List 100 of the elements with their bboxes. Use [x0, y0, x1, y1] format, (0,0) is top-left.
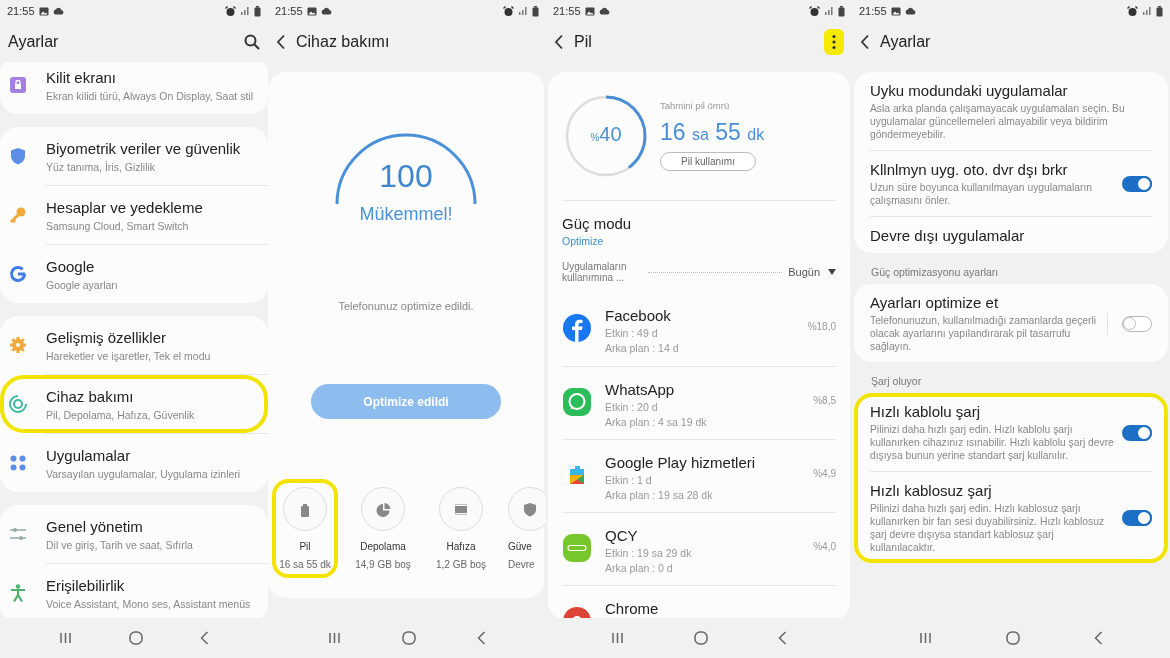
setting-title[interactable]: Kllnlmyn uyg. oto. dvr dşı brkr [870, 161, 1114, 178]
alarm-icon [503, 5, 514, 17]
settings-item[interactable]: Kilit ekranı Ekran kilidi türü, Always On Display, Saat stil [0, 62, 268, 114]
estimate-label: Tahmini pil ömrü [660, 100, 731, 111]
app-row[interactable]: WhatsApp Etkin : 20 d Arka plan : 4 sa 19 dk %8,5 [562, 366, 836, 439]
settings-item[interactable]: Hesaplar ve yedekleme Samsung Cloud, Smart Switch [0, 186, 268, 244]
more-options-button[interactable] [824, 29, 844, 55]
score-rating: Mükemmel! [359, 204, 453, 225]
status-message: Telefonunuz optimize edildi. [338, 300, 474, 312]
app-row[interactable]: Facebook Etkin : 49 d Arka plan : 14 d %18,0 [562, 293, 836, 366]
pie-chart-icon [375, 500, 391, 518]
apps-icon [8, 453, 28, 473]
setting-title[interactable]: Devre dışı uygulamalar [870, 227, 1152, 244]
battery-icon [1156, 5, 1163, 17]
app-row[interactable]: Google Play hizmetleri Etkin : 1 d Arka plan : 19 sa 28 dk %4,9 [562, 439, 836, 512]
settings-item[interactable]: Cihaz bakımı Pil, Depolama, Hafıza, Güvenlik [0, 375, 268, 433]
app-icon [562, 313, 592, 343]
setting-description: Uzun süre boyunca kullanılmayan uygulamaların çalışmasını önler. [870, 181, 1094, 207]
app-icon [562, 533, 592, 563]
toggle-switch[interactable] [1122, 315, 1152, 332]
status-time: 21:55 [275, 5, 303, 17]
back-nav-icon[interactable] [778, 631, 787, 645]
care-tile[interactable]: Pil 16 sa 55 dk [272, 479, 338, 578]
signal-icon [518, 6, 528, 16]
cloud-icon [320, 7, 332, 15]
cloud-icon [904, 7, 916, 15]
section-label: Güç optimizasyonu ayarları [870, 265, 1000, 280]
signal-icon [240, 6, 250, 16]
shield-icon [522, 500, 538, 518]
screen-title: Cihaz bakımı [296, 33, 390, 51]
google-icon [8, 264, 28, 284]
back-icon[interactable] [276, 34, 286, 50]
cloud-icon [52, 7, 64, 15]
signal-icon [824, 6, 834, 16]
setting-title[interactable]: Ayarları optimize et [870, 294, 1099, 311]
settings-item[interactable]: Uygulamalar Varsayılan uygulamalar, Uygulama izinleri [0, 434, 268, 492]
usage-label: Uygulamaların kullanımına ... [562, 261, 628, 283]
image-icon [890, 6, 901, 16]
alarm-icon [809, 5, 820, 17]
toggle-switch[interactable] [1122, 510, 1152, 526]
settings-item[interactable]: Biyometrik veriler ve güvenlik Yüz tanıma, İris, Gizlilik [0, 127, 268, 185]
setting-description: Pilinizi daha hızlı şarj edin. Hızlı kablolu şarjı kullanırken cihazınız ısınabilir. Hızlı kablolu şarj devre dışıysa bunun yerine standart şarj kullanılır. [870, 423, 1114, 462]
recent-apps-icon[interactable] [919, 632, 932, 644]
cloud-icon [598, 7, 610, 15]
recent-apps-icon[interactable] [58, 632, 72, 644]
battery-percent: %40 [589, 123, 623, 146]
section-label: Şarj oluyor [870, 374, 923, 389]
alarm-icon [1127, 5, 1138, 17]
image-icon [584, 6, 595, 16]
setting-description: Telefonunuzun, kullanılmadığı zamanlarda geçerli olacak ayarlarını yapılandırarak pil tasarrufu sağlayın. [870, 314, 1098, 353]
settings-item[interactable]: Gelişmiş özellikler Hareketler ve işaretler, Tek el modu [0, 316, 268, 374]
setting-title[interactable]: Hızlı kablosuz şarj [870, 482, 1114, 499]
recent-apps-icon[interactable] [328, 632, 342, 644]
power-mode-title: Güç modu [562, 215, 633, 232]
home-icon[interactable] [402, 631, 416, 645]
battery-usage-button[interactable]: Pil kullanımı [660, 152, 756, 171]
home-icon[interactable] [694, 631, 708, 645]
accessibility-icon [8, 583, 28, 603]
image-icon [38, 6, 49, 16]
gear-icon [8, 335, 28, 355]
setting-title[interactable]: Uyku modundaki uygulamalar [870, 82, 1152, 99]
care-tile[interactable]: Depolama 14,9 GB boş [350, 479, 416, 578]
score-value: 100 [378, 158, 434, 195]
battery-icon [254, 5, 261, 17]
settings-item[interactable]: Genel yönetim Dil ve giriş, Tarih ve saat, Sıfırla [0, 505, 268, 563]
key-icon [8, 205, 28, 225]
screen-title: Ayarlar [8, 33, 59, 51]
setting-title[interactable]: Hızlı kablolu şarj [870, 403, 1114, 420]
home-icon[interactable] [129, 631, 143, 645]
signal-icon [1142, 6, 1152, 16]
alarm-icon [225, 5, 236, 17]
status-time: 21:55 [7, 5, 35, 17]
screen-title: Pil [574, 33, 592, 51]
toggle-switch[interactable] [1122, 176, 1152, 192]
period-dropdown[interactable]: Bugün [788, 266, 836, 278]
battery-icon [838, 5, 845, 17]
back-nav-icon[interactable] [476, 631, 486, 645]
shield-icon [8, 146, 28, 166]
toggle-switch[interactable] [1122, 424, 1152, 441]
care-tile[interactable]: Hafıza 1,2 GB boş [428, 479, 494, 578]
recent-apps-icon[interactable] [611, 632, 624, 644]
back-icon[interactable] [860, 34, 870, 50]
search-icon[interactable] [244, 34, 260, 50]
settings-item[interactable]: Google Google ayarları [0, 245, 268, 303]
power-mode-value: Optimize [562, 235, 605, 247]
app-row[interactable]: Chrome [562, 585, 836, 618]
app-row[interactable]: QCY Etkin : 19 sa 29 dk Arka plan : 0 d %4,0 [562, 512, 836, 585]
back-nav-icon[interactable] [1094, 631, 1103, 645]
battery-time: 16 sa 55 dk [660, 119, 765, 146]
battery-icon [532, 5, 539, 17]
app-icon [562, 387, 592, 417]
home-icon[interactable] [1006, 631, 1020, 645]
caret-icon [828, 269, 836, 275]
status-time: 21:55 [553, 5, 581, 17]
back-nav-icon[interactable] [200, 631, 210, 645]
settings-item[interactable]: Erişilebilirlik Voice Assistant, Mono ses, Assistant menüs [0, 564, 268, 618]
image-icon [306, 6, 317, 16]
more-icon [832, 34, 836, 50]
lock-icon [8, 75, 28, 95]
back-icon[interactable] [554, 34, 564, 50]
